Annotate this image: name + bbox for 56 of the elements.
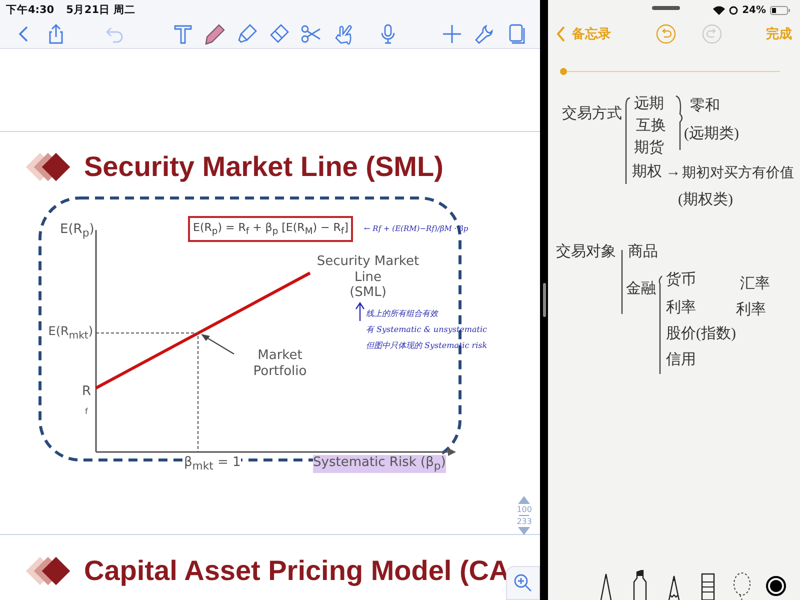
handwritten-note: 有 Systematic & unsystematic [366,324,488,336]
rf-subscript: f [85,407,88,417]
market-portfolio-label: Portfolio [252,364,308,380]
handwritten-text: 股价(指数) [666,324,736,343]
battery-percent: 24% [742,4,766,16]
handwritten-note: 但图中只体现的 Systematic risk [366,340,488,352]
battery-icon [770,6,790,14]
line-label: Line [353,270,383,286]
line-label: (SML) [348,285,388,301]
back-button[interactable]: 备忘录 [556,25,611,43]
handwritten-text: 利率 [666,298,696,317]
line-label: Security Market [316,254,420,270]
handwritten-text: 零和 [690,96,720,115]
handwritten-text: 交易对象 [556,242,616,261]
handwritten-text: 远期 [634,94,664,113]
zoom-button[interactable] [506,566,540,600]
rf-label: R [82,384,92,400]
zoom-in-icon [513,573,533,593]
lasso-tool-icon[interactable] [732,570,752,600]
slide-title: Security Market Line (SML) [84,151,444,183]
handwritten-text: (期权类) [678,190,733,209]
grabber-handle[interactable] [652,6,680,10]
orientation-lock-icon [729,6,738,14]
handwritten-text: (远期类) [684,124,739,143]
line-start-dot [560,68,567,74]
market-return-label: E(R$_{mkt}$) [48,324,93,342]
y-axis-label: E(R$_{p}$) [60,222,94,240]
pencil-icon [203,22,228,46]
status-time: 下午4:30 [6,3,54,17]
current-page: 100 [516,505,532,514]
total-pages: 233 [516,517,532,526]
handwritten-text: 货币 [666,270,696,289]
market-portfolio-label: Market [256,348,304,364]
formula: E(R$_{p}$) = R$_{f}$ + β$_{p}$ [E(R$_{M}$) − R$_{f}$] [188,216,354,242]
next-slide-title: Capital Asset Pricing Model (CA [84,555,510,587]
handwritten-text: 信用 [666,351,696,369]
handwritten-text: 期货 [634,138,664,157]
x-axis-label: Systematic Risk (β$_{p}$) [313,455,446,473]
chevron-left-icon [556,26,566,42]
status-date: 5月21日 周二 [66,3,136,17]
undo-button[interactable] [656,24,676,44]
handwritten-text: 期初对买方有价值 [682,164,794,182]
done-button[interactable]: 完成 [766,25,792,43]
page-up-icon[interactable] [518,496,530,504]
wifi-icon [713,6,726,14]
split-handle[interactable] [542,283,546,317]
handwritten-note: 线上的所有组合有效 [366,308,440,320]
pointer-arrow [201,334,234,355]
handwritten-text: 金融 [626,280,656,298]
handwritten-text: 期权 → [632,162,681,181]
handwritten-text: 汇率 [740,274,770,293]
handwritten-arrow [355,302,365,322]
handwritten-text: 交易方式 [562,104,622,123]
handwritten-text: 利率 [736,300,766,319]
handwritten-text: 互换 [636,117,666,135]
handwritten-text: 商品 [628,242,658,261]
